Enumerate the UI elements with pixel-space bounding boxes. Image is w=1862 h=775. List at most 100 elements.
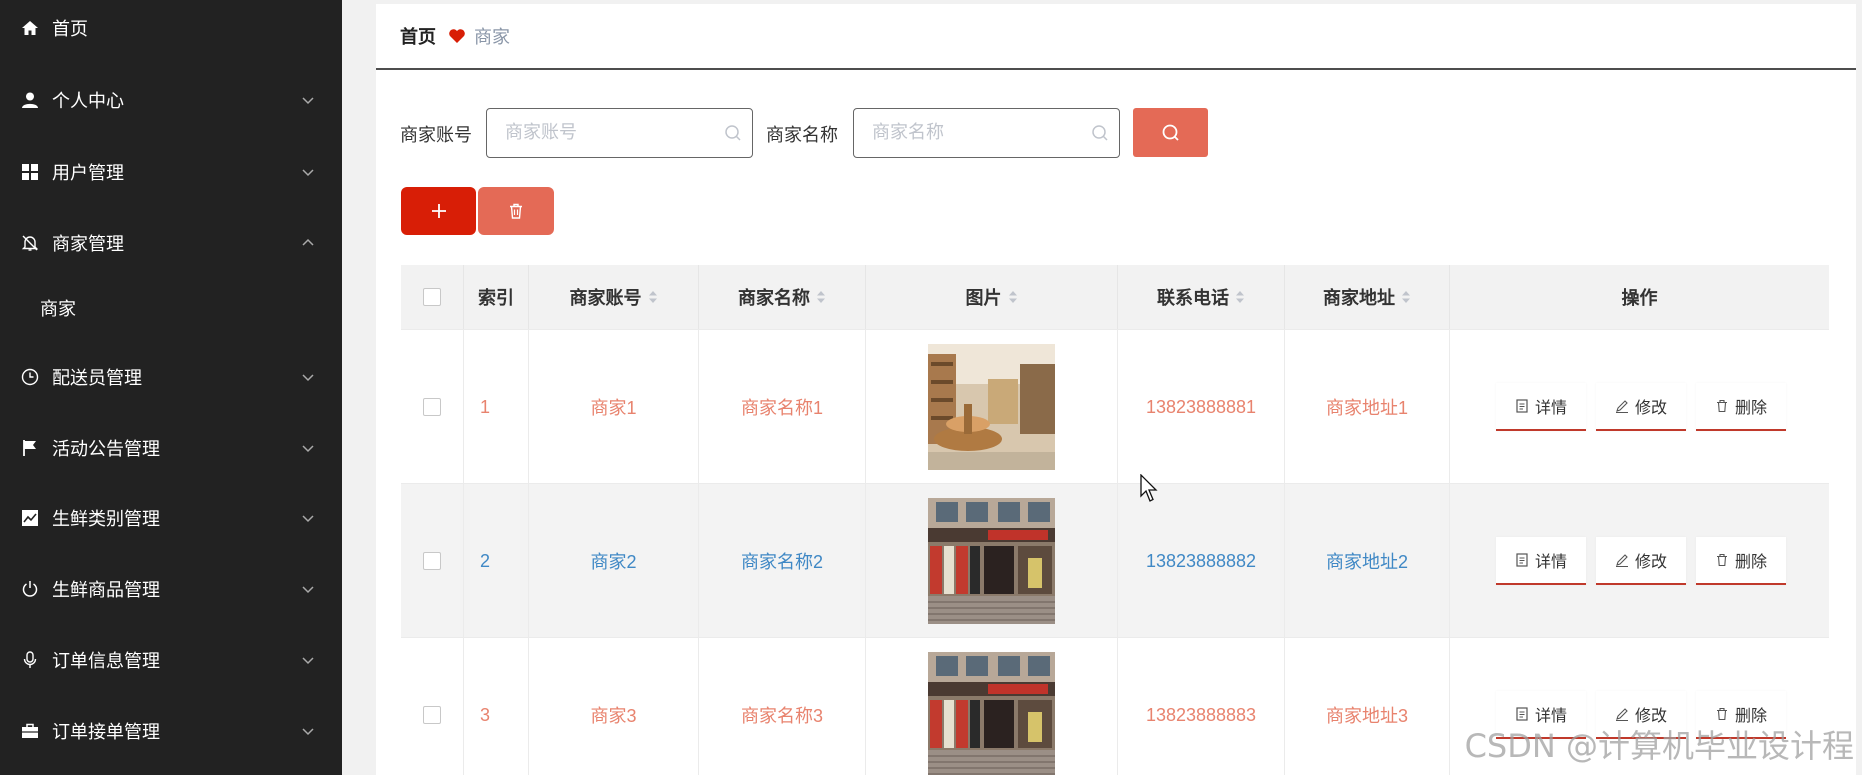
name-cell: 商家名称2: [699, 484, 866, 638]
sidebar-item-label: 生鲜商品管理: [52, 580, 160, 600]
sidebar-item-label: 配送员管理: [52, 368, 142, 388]
chevron-down-icon: [302, 445, 314, 453]
name-search-field[interactable]: [853, 108, 1120, 158]
store-interior-image[interactable]: [928, 344, 1055, 470]
header-image[interactable]: 图片: [866, 265, 1118, 329]
breadcrumb-current: 商家: [474, 27, 510, 47]
briefcase-icon: [20, 721, 40, 741]
detail-button[interactable]: 详情: [1496, 537, 1586, 585]
clock-icon: [20, 367, 40, 387]
sidebar-item-label: 首页: [52, 19, 88, 39]
index-cell: 2: [464, 484, 529, 638]
row-select-cell[interactable]: [401, 484, 464, 638]
account-search-label: 商家账号: [400, 125, 472, 145]
index-cell: 1: [464, 330, 529, 484]
detail-label: 详情: [1534, 400, 1567, 417]
header-index: 索引: [464, 265, 529, 329]
document-icon: [1516, 553, 1528, 567]
detail-button[interactable]: 详情: [1496, 383, 1586, 431]
home-icon: [20, 18, 40, 38]
sidebar-item-label: 生鲜类别管理: [52, 509, 160, 529]
edit-label: 修改: [1634, 554, 1667, 571]
sidebar-item-label: 用户管理: [52, 163, 124, 183]
edit-button[interactable]: 修改: [1596, 383, 1686, 431]
chevron-down-icon: [302, 586, 314, 594]
header-actions-label: 操作: [1621, 288, 1658, 308]
breadcrumb: 首页 商家: [376, 4, 1856, 70]
sort-icon[interactable]: [816, 290, 826, 304]
sidebar-item-label: 订单信息管理: [52, 651, 160, 671]
select-all-checkbox[interactable]: [423, 288, 441, 306]
row-select-cell[interactable]: [401, 330, 464, 484]
image-cell: [866, 484, 1118, 638]
header-actions: 操作: [1450, 265, 1829, 329]
search-icon: [1092, 125, 1108, 141]
sidebar-item-personal[interactable]: 个人中心: [0, 72, 342, 128]
document-icon: [1516, 707, 1528, 721]
sidebar-item-courier[interactable]: 配送员管理: [0, 349, 342, 405]
header-phone[interactable]: 联系电话: [1118, 265, 1285, 329]
sidebar-item-fresh-products[interactable]: 生鲜商品管理: [0, 561, 342, 617]
bell-off-icon: [20, 233, 40, 253]
account-search-field[interactable]: [486, 108, 753, 158]
delete-button[interactable]: 删除: [1696, 383, 1786, 431]
row-checkbox[interactable]: [423, 706, 441, 724]
row-select-cell[interactable]: [401, 638, 464, 775]
row-checkbox[interactable]: [423, 552, 441, 570]
sidebar-item-order-info[interactable]: 订单信息管理: [0, 632, 342, 688]
search-icon: [725, 125, 741, 141]
chevron-down-icon: [302, 97, 314, 105]
store-front-image[interactable]: [928, 652, 1055, 775]
header-select-all[interactable]: [401, 265, 464, 329]
header-image-label: 图片: [965, 288, 1002, 308]
account-cell: 商家3: [529, 638, 699, 775]
sidebar-subitem-merchant[interactable]: 商家: [0, 280, 342, 336]
header-name-label: 商家名称: [738, 288, 810, 308]
batch-delete-button[interactable]: [478, 187, 554, 235]
add-button[interactable]: [401, 187, 476, 235]
power-icon: [20, 579, 40, 599]
header-account-label: 商家账号: [569, 288, 642, 308]
watermark: CSDN @计算机毕业设计程: [1464, 727, 1854, 765]
sidebar-item-merchant[interactable]: 商家管理: [0, 215, 342, 271]
account-search-input[interactable]: [505, 109, 705, 155]
sidebar-item-announcements[interactable]: 活动公告管理: [0, 420, 342, 476]
header-phone-label: 联系电话: [1157, 288, 1229, 308]
sort-icon[interactable]: [648, 290, 658, 304]
sort-icon[interactable]: [1008, 290, 1018, 304]
account-cell: 商家2: [529, 484, 699, 638]
sidebar-item-label: 商家管理: [52, 234, 124, 254]
name-cell: 商家名称3: [699, 638, 866, 775]
merchant-table: 索引 商家账号 商家名称 图片 联系电话 商家地址 操作 1 商家1 商家名称1: [401, 265, 1829, 775]
row-checkbox[interactable]: [423, 398, 441, 416]
actions-cell: 详情 修改 删除: [1450, 330, 1829, 484]
header-address[interactable]: 商家地址: [1285, 265, 1450, 329]
edit-button[interactable]: 修改: [1596, 537, 1686, 585]
sidebar-subitem-label: 商家: [40, 299, 76, 319]
name-search-input[interactable]: [872, 109, 1072, 155]
delete-label: 删除: [1734, 554, 1767, 571]
breadcrumb-home[interactable]: 首页: [400, 23, 436, 49]
chevron-down-icon: [302, 374, 314, 382]
sidebar-item-fresh-categories[interactable]: 生鲜类别管理: [0, 490, 342, 546]
delete-button[interactable]: 删除: [1696, 537, 1786, 585]
edit-icon: [1615, 400, 1628, 413]
sidebar-item-order-accept[interactable]: 订单接单管理: [0, 703, 342, 759]
phone-cell: 13823888883: [1118, 638, 1285, 775]
flag-icon: [20, 438, 40, 458]
chevron-down-icon: [302, 515, 314, 523]
sidebar-item-home[interactable]: 首页: [0, 0, 342, 56]
store-front-image[interactable]: [928, 498, 1055, 624]
sort-icon[interactable]: [1401, 290, 1411, 304]
sort-icon[interactable]: [1235, 290, 1245, 304]
trash-icon: [1716, 707, 1727, 721]
name-search-label: 商家名称: [766, 125, 838, 145]
sidebar-item-users[interactable]: 用户管理: [0, 144, 342, 200]
edit-icon: [1615, 708, 1628, 721]
search-button[interactable]: [1133, 108, 1208, 157]
phone-cell: 13823888882: [1118, 484, 1285, 638]
sidebar: 首页 个人中心 用户管理 商家管理 商家 配送员管理 活动公告管理 生鲜类别管理…: [0, 0, 342, 775]
header-account[interactable]: 商家账号: [529, 265, 699, 329]
user-icon: [20, 90, 40, 110]
header-name[interactable]: 商家名称: [699, 265, 866, 329]
